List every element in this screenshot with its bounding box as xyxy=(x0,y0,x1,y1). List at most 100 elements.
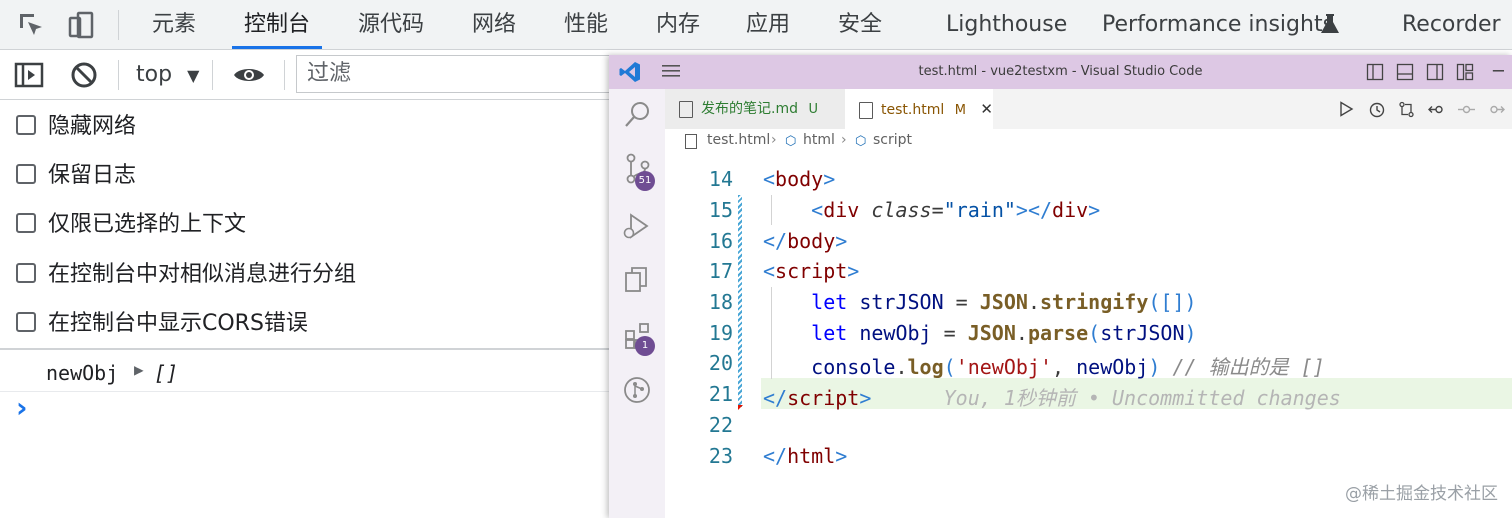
breadcrumb-script[interactable]: script xyxy=(873,132,912,148)
copy-files-icon[interactable] xyxy=(623,265,651,299)
close-tab-icon[interactable]: ✕ xyxy=(980,100,993,118)
log-value[interactable]: [] xyxy=(154,361,178,385)
code-line-19: let newObj = JSON.parse(strJSON) xyxy=(811,321,1197,345)
tab-performance-insights[interactable]: Performance insights xyxy=(1102,0,1334,49)
tab-elements[interactable]: 元素 xyxy=(152,0,196,49)
sidebar-toggle-icon[interactable] xyxy=(14,61,44,93)
toggle-panel-icon[interactable] xyxy=(1396,63,1414,85)
git-gutter-modified xyxy=(738,195,742,407)
prompt-chevron-icon: › xyxy=(16,391,28,424)
customize-layout-icon[interactable] xyxy=(1456,63,1474,85)
minimize-icon[interactable]: ─ xyxy=(1493,61,1504,82)
tab-performance[interactable]: 性能 xyxy=(564,0,608,49)
expand-arrow-icon[interactable]: ▶ xyxy=(134,360,144,379)
code-line-15: <div class="rain"></div> xyxy=(811,198,1101,222)
vscode-window: test.html - vue2testxm - Visual Studio C… xyxy=(609,55,1512,518)
checkbox[interactable] xyxy=(16,164,36,184)
modified-badge: M xyxy=(954,103,966,118)
tab-recorder[interactable]: Recorder xyxy=(1402,0,1501,49)
checkbox[interactable] xyxy=(16,213,36,233)
breadcrumb-chevron-icon: › xyxy=(841,132,847,148)
code-line-18: let strJSON = JSON.stringify([]) xyxy=(811,290,1197,314)
context-value: top xyxy=(136,62,173,87)
inspect-element-icon[interactable] xyxy=(16,10,46,40)
tab-lighthouse[interactable]: Lighthouse xyxy=(946,0,1067,49)
tab-application[interactable]: 应用 xyxy=(746,0,790,49)
live-expression-eye-icon[interactable] xyxy=(232,63,266,91)
watermark: @稀土掘金技术社区 xyxy=(1345,484,1498,504)
dropdown-arrow-icon: ▼ xyxy=(187,66,200,85)
experiment-flask-icon xyxy=(1320,12,1340,40)
run-icon[interactable] xyxy=(1338,101,1354,121)
setting-show-cors-errors[interactable]: 在控制台中显示CORS错误 xyxy=(16,307,308,341)
toolbar-divider xyxy=(212,60,213,90)
revert-change-icon[interactable] xyxy=(1458,101,1475,122)
tab-memory[interactable]: 内存 xyxy=(656,0,700,49)
git-blame-annotation: You, 1秒钟前 • Uncommitted changes xyxy=(943,386,1341,410)
tab-test-html[interactable]: test.html M ✕ xyxy=(845,89,993,129)
breadcrumb-html[interactable]: html xyxy=(803,132,835,148)
tab-divider xyxy=(118,10,119,40)
checkbox[interactable] xyxy=(16,312,36,332)
checkbox[interactable] xyxy=(16,115,36,135)
checkbox[interactable] xyxy=(16,263,36,283)
run-debug-icon[interactable] xyxy=(621,211,651,245)
console-prompt-row[interactable]: › xyxy=(0,391,610,429)
setting-group-similar[interactable]: 在控制台中对相似消息进行分组 xyxy=(16,258,356,292)
toggle-primary-sidebar-icon[interactable] xyxy=(1366,63,1384,85)
line-number: 17 xyxy=(708,259,733,283)
next-change-icon[interactable] xyxy=(1488,101,1505,122)
devtools-tab-bar: 元素 控制台 源代码 网络 性能 内存 应用 安全 Lighthouse Per… xyxy=(0,0,1512,50)
git-gutter-deleted xyxy=(738,405,743,410)
tab-notes-md[interactable]: 发布的笔记.md U xyxy=(665,89,845,129)
settings-divider xyxy=(0,348,610,350)
code-line-20: console.log('newObj', newObj) // 输出的是 [] xyxy=(811,355,1325,379)
breadcrumb-file[interactable]: test.html xyxy=(707,132,770,148)
line-number: 14 xyxy=(708,167,733,191)
console-log-row: newObj ▶ [] xyxy=(0,352,610,392)
code-line-21: </script> You, 1秒钟前 • Uncommitted change… xyxy=(763,386,1341,410)
device-toolbar-icon[interactable] xyxy=(66,10,96,40)
setting-label: 隐藏网络 xyxy=(48,114,137,139)
console-filter-input[interactable]: 过滤 xyxy=(296,55,616,93)
activity-bar: 51 1 xyxy=(609,89,665,518)
line-number: 16 xyxy=(708,229,733,253)
setting-preserve-log[interactable]: 保留日志 xyxy=(16,159,136,193)
git-graph-icon[interactable] xyxy=(622,375,652,409)
previous-change-icon[interactable] xyxy=(1428,101,1445,122)
explorer-search-icon[interactable] xyxy=(623,99,653,133)
tab-label: test.html xyxy=(881,102,945,118)
code-line-17: <script> xyxy=(763,259,860,283)
tab-sources[interactable]: 源代码 xyxy=(358,0,424,49)
setting-label: 在控制台中对相似消息进行分组 xyxy=(48,262,357,287)
breadcrumb-chevron-icon: › xyxy=(771,132,777,148)
line-number: 21 xyxy=(708,382,733,406)
tab-label: 发布的笔记.md xyxy=(701,101,798,117)
code-top-fade xyxy=(665,149,1512,155)
timeline-history-icon[interactable] xyxy=(1368,101,1385,122)
editor-tab-bar: 发布的笔记.md U test.html M ✕ xyxy=(665,89,1512,129)
toggle-secondary-sidebar-icon[interactable] xyxy=(1426,63,1444,85)
file-icon xyxy=(685,134,697,149)
element-cube-icon: ⬡ xyxy=(855,134,867,149)
toolbar-divider xyxy=(284,60,285,90)
tab-security[interactable]: 安全 xyxy=(838,0,882,49)
code-line-14: <body> xyxy=(763,167,836,191)
setting-hide-network[interactable]: 隐藏网络 xyxy=(16,110,136,144)
tab-console[interactable]: 控制台 xyxy=(231,0,323,49)
element-cube-icon: ⬡ xyxy=(785,134,797,149)
line-number: 19 xyxy=(708,321,733,345)
code-editor[interactable]: 14 15 16 17 18 19 20 21 22 23 <body> <di… xyxy=(665,155,1512,518)
line-number: 22 xyxy=(708,413,733,437)
code-line-16: </body> xyxy=(763,229,848,253)
context-selector[interactable]: top ▼ xyxy=(136,50,199,100)
line-number: 18 xyxy=(708,290,733,314)
setting-selected-context-only[interactable]: 仅限已选择的上下文 xyxy=(16,208,246,242)
tab-network[interactable]: 网络 xyxy=(472,0,516,49)
clear-console-icon[interactable] xyxy=(70,61,98,93)
open-changes-icon[interactable] xyxy=(1398,101,1415,122)
setting-label: 仅限已选择的上下文 xyxy=(48,212,247,237)
extensions-badge: 1 xyxy=(635,336,655,356)
line-number: 23 xyxy=(708,444,733,468)
untracked-badge: U xyxy=(808,102,818,117)
